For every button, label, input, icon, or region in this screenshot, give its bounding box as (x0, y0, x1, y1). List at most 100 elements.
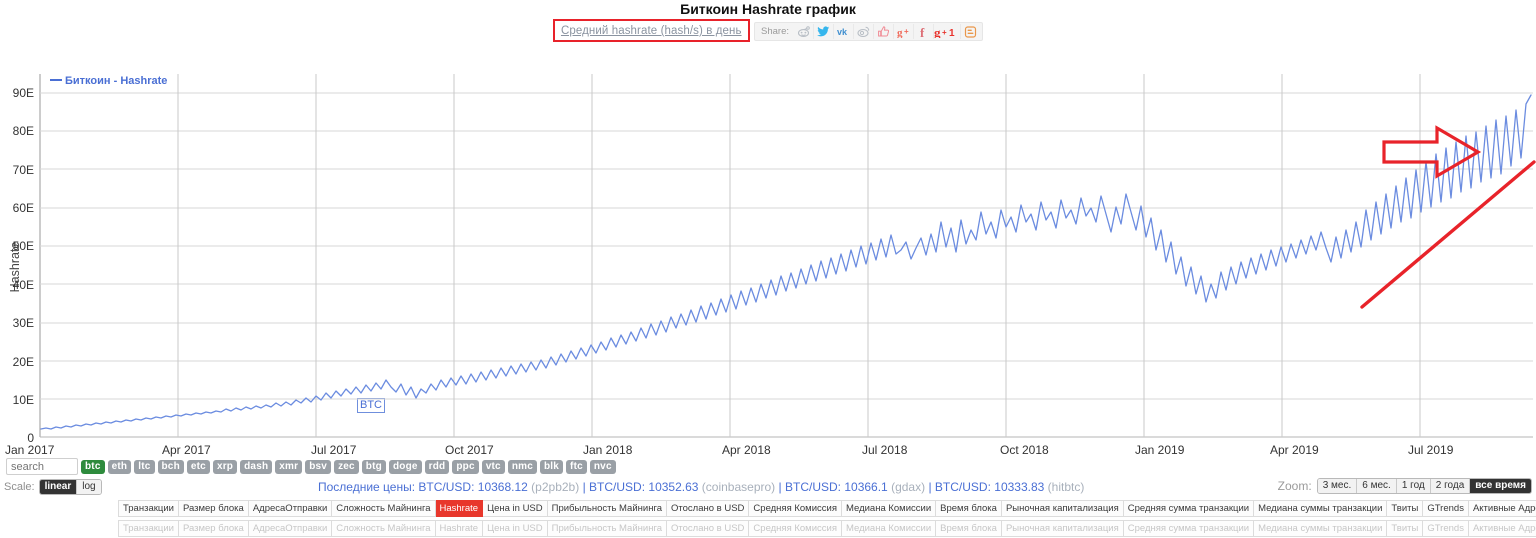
tab2-block-size[interactable]: Размер блока (178, 520, 249, 537)
svg-text:1: 1 (949, 28, 955, 38)
thumbs-up-icon[interactable] (873, 24, 893, 39)
zoom-option-all[interactable]: все время (1469, 479, 1531, 493)
price-exchange-3: (hitbtc) (1047, 480, 1085, 494)
coin-chip-eth[interactable]: eth (107, 459, 132, 474)
google-plus-one-icon[interactable]: g +1 (933, 24, 960, 39)
svg-text:+: + (904, 27, 909, 36)
svg-text:f: f (920, 26, 925, 38)
price-separator-1: | (778, 480, 782, 494)
tab-avg-fee[interactable]: Средняя Комиссия (749, 500, 842, 517)
page-title: Биткоин Hashrate график (680, 1, 856, 17)
share-bar: Share: vk vk g+ f g+1 (754, 22, 984, 41)
subtitle-highlight-box: Средний hashrate (hash/s) в день (552, 19, 750, 42)
reddit-icon[interactable] (794, 24, 813, 39)
tab-active-addresses[interactable]: Активные Адреса (1468, 500, 1536, 517)
scale-button-group: linear log (38, 479, 102, 495)
tab-median-tx-value[interactable]: Медиана суммы транзакции (1254, 500, 1388, 517)
prices-prefix: Последние цены: (318, 480, 416, 494)
twitter-icon[interactable] (813, 24, 833, 39)
price-value-0: 10368.12 (477, 480, 528, 494)
chart-plot-svg (39, 74, 1536, 438)
coin-chip-dash[interactable]: dash (240, 459, 273, 474)
tab2-avg-fee[interactable]: Средняя Комиссия (749, 520, 842, 537)
coin-chip-btg[interactable]: btg (361, 459, 386, 474)
zoom-option-6m[interactable]: 6 мес. (1356, 479, 1396, 493)
coin-chip-btc[interactable]: btc (81, 459, 105, 474)
tab2-mining-difficulty[interactable]: Сложность Майнинга (332, 520, 436, 537)
tab2-hashrate[interactable]: Hashrate (435, 520, 484, 537)
coin-chip-bsv[interactable]: bsv (305, 459, 332, 474)
coin-chip-ppc[interactable]: ppc (452, 459, 479, 474)
price-separator-0: | (582, 480, 586, 494)
tab-mining-difficulty[interactable]: Сложность Майнинга (332, 500, 436, 517)
coin-chip-doge[interactable]: doge (388, 459, 422, 474)
coin-chip-xmr[interactable]: xmr (275, 459, 303, 474)
tab-price-usd[interactable]: Цена in USD (483, 500, 548, 517)
tab2-market-cap[interactable]: Рыночная капитализация (1001, 520, 1124, 537)
tab2-median-fee[interactable]: Медиана Комиссии (841, 520, 937, 537)
price-pair-2: BTC/USD: (784, 480, 841, 494)
coin-chip-xrp[interactable]: xrp (212, 459, 238, 474)
tab-avg-tx-value[interactable]: Средняя сумма транзакции (1123, 500, 1255, 517)
tab2-mining-profitability[interactable]: Прибыльность Майнинга (547, 520, 667, 537)
tab2-avg-tx-value[interactable]: Средняя сумма транзакции (1123, 520, 1255, 537)
hashrate-series-line (40, 94, 1532, 430)
scale-label: Scale: (4, 481, 35, 493)
tab-mining-profitability[interactable]: Прибыльность Майнинга (547, 500, 667, 517)
tab2-active-addresses[interactable]: Активные Адреса (1468, 520, 1536, 537)
coin-chip-etc[interactable]: etc (186, 459, 210, 474)
search-input[interactable] (6, 458, 78, 475)
scale-option-linear[interactable]: linear (39, 480, 77, 494)
coin-chip-blk[interactable]: blk (539, 459, 564, 474)
tab2-transactions[interactable]: Транзакции (118, 520, 179, 537)
coin-chip-ltc[interactable]: ltc (134, 459, 155, 474)
zoom-label: Zoom: (1277, 479, 1312, 493)
share-label: Share: (761, 26, 790, 37)
tab2-sending-addresses[interactable]: АдресаОтправки (248, 520, 333, 537)
svg-text:g: g (934, 26, 941, 38)
metric-tabs-primary: Транзакции Размер блока АдресаОтправки С… (118, 500, 1536, 517)
tab-market-cap[interactable]: Рыночная капитализация (1001, 500, 1124, 517)
tab-tweets[interactable]: Твиты (1387, 500, 1424, 517)
price-value-3: 10333.83 (994, 480, 1045, 494)
zoom-option-1y[interactable]: 1 год (1395, 479, 1430, 493)
coin-chip-ftc[interactable]: ftc (566, 459, 587, 474)
scale-control: Scale: linear log (4, 479, 102, 495)
coin-chip-nmc[interactable]: nmc (507, 459, 537, 474)
vk-icon[interactable]: vk vk (833, 24, 853, 39)
tab-median-fee[interactable]: Медиана Комиссии (841, 500, 937, 517)
blogger-icon[interactable] (960, 24, 980, 39)
tab-hashrate[interactable]: Hashrate (435, 500, 484, 517)
zoom-option-2y[interactable]: 2 года (1429, 479, 1470, 493)
zoom-button-group: 3 мес. 6 мес. 1 год 2 года все время (1316, 478, 1532, 494)
hashrate-chart[interactable]: Hashrate Биткоин - Hashrate 90E 80E 70E … (0, 62, 1536, 457)
coin-chip-zec[interactable]: zec (334, 459, 359, 474)
tab-block-size[interactable]: Размер блока (178, 500, 249, 517)
tab2-tweets[interactable]: Твиты (1387, 520, 1424, 537)
coin-chip-vtc[interactable]: vtc (481, 459, 505, 474)
tab2-price-usd[interactable]: Цена in USD (483, 520, 548, 537)
google-plus-icon[interactable]: g + (893, 24, 913, 39)
tab-block-time[interactable]: Время блока (936, 500, 1002, 517)
svg-text:+: + (942, 28, 947, 37)
coin-chip-rdd[interactable]: rdd (424, 459, 450, 474)
tab2-median-tx-value[interactable]: Медиана суммы транзакции (1254, 520, 1388, 537)
tab-sent-usd[interactable]: Отослано в USD (667, 500, 750, 517)
chart-subtitle[interactable]: Средний hashrate (hash/s) в день (561, 25, 742, 37)
tab2-gtrends[interactable]: GTrends (1423, 520, 1469, 537)
coin-selector-row: btc eth ltc bch etc xrp dash xmr bsv zec… (6, 458, 616, 475)
latest-prices: Последние цены: BTC/USD: 10368.12 (p2pb2… (318, 480, 1084, 494)
tab-sending-addresses[interactable]: АдресаОтправки (248, 500, 333, 517)
price-exchange-1: (coinbasepro) (701, 480, 776, 494)
tab-transactions[interactable]: Транзакции (118, 500, 179, 517)
facebook-icon[interactable]: f (913, 24, 933, 39)
zoom-option-3m[interactable]: 3 мес. (1317, 479, 1357, 493)
tab-gtrends[interactable]: GTrends (1423, 500, 1469, 517)
coin-chip-bch[interactable]: bch (157, 459, 184, 474)
coin-chip-nvc[interactable]: nvc (589, 459, 616, 474)
tab2-block-time[interactable]: Время блока (936, 520, 1002, 537)
price-exchange-2: (gdax) (891, 480, 926, 494)
tab2-sent-usd[interactable]: Отослано в USD (667, 520, 750, 537)
weibo-icon[interactable] (853, 24, 873, 39)
scale-option-log[interactable]: log (76, 480, 101, 494)
